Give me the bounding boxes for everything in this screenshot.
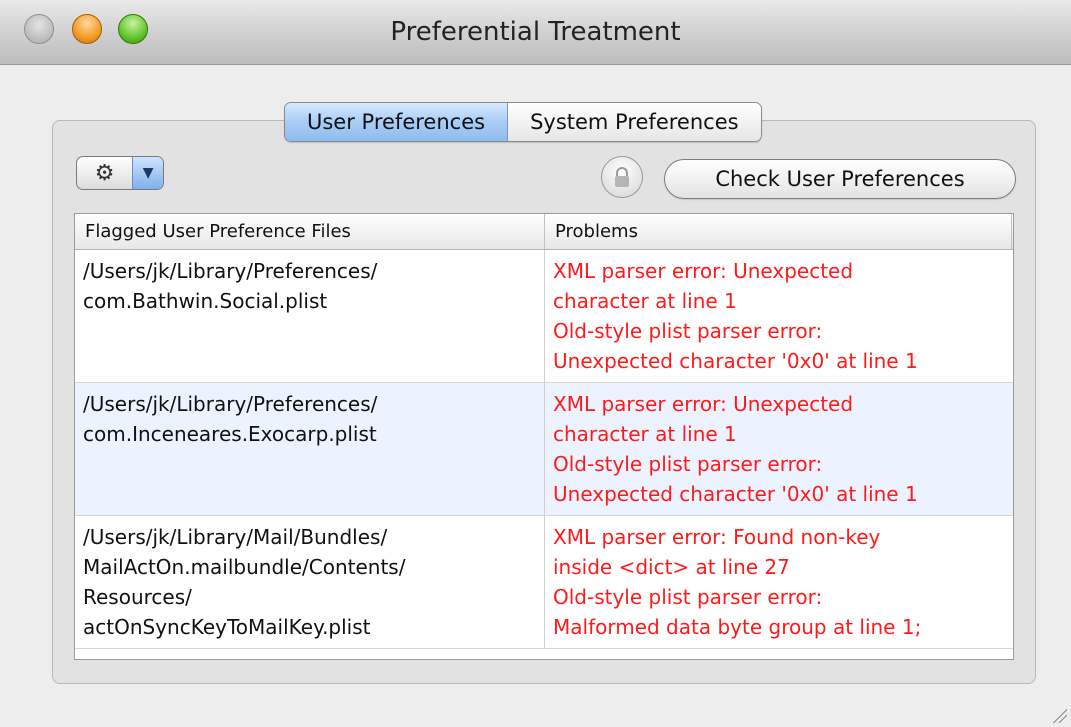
file-path-line: com.Bathwin.Social.plist	[83, 289, 328, 313]
chevron-down-icon: ▼	[132, 157, 163, 189]
file-path-line: /Users/jk/Library/Preferences/	[83, 259, 378, 283]
tab-bar: User Preferences System Preferences	[284, 102, 762, 142]
problem-cell: XML parser error: Unexpected character a…	[545, 250, 1013, 382]
problem-cell: XML parser error: Found non-key inside <…	[545, 516, 1013, 648]
table-row[interactable]: /Users/jk/Library/Preferences/ com.Incen…	[75, 383, 1013, 516]
file-path-line: MailActOn.mailbundle/Contents/	[83, 555, 406, 579]
column-header-files[interactable]: Flagged User Preference Files	[75, 214, 545, 249]
file-path-cell: /Users/jk/Library/Mail/Bundles/ MailActO…	[75, 516, 545, 648]
problem-line: Old-style plist parser error:	[553, 319, 823, 343]
file-path-cell: /Users/jk/Library/Preferences/ com.Incen…	[75, 383, 545, 515]
problem-line: Old-style plist parser error:	[553, 585, 823, 609]
title-bar[interactable]: Preferential Treatment	[0, 0, 1071, 65]
problem-line: character at line 1	[553, 422, 737, 446]
flagged-files-table: Flagged User Preference Files Problems /…	[74, 213, 1014, 660]
problem-cell: XML parser error: Unexpected character a…	[545, 383, 1013, 515]
problem-line: Old-style plist parser error:	[553, 452, 823, 476]
table-row[interactable]: /Users/jk/Library/Preferences/ com.Bathw…	[75, 250, 1013, 383]
problem-line: XML parser error: Unexpected	[553, 259, 854, 283]
problem-line: XML parser error: Unexpected	[553, 392, 854, 416]
tab-user-preferences[interactable]: User Preferences	[285, 103, 509, 141]
problem-line: character at line 1	[553, 289, 737, 313]
file-path-line: com.Inceneares.Exocarp.plist	[83, 422, 377, 446]
column-header-problems[interactable]: Problems	[545, 214, 1012, 249]
file-path-line: /Users/jk/Library/Preferences/	[83, 392, 378, 416]
problem-line: Unexpected character '0x0' at line 1	[553, 349, 918, 373]
tab-system-preferences[interactable]: System Preferences	[508, 103, 761, 141]
problem-line: Malformed data byte group at line 1;	[553, 615, 922, 639]
gear-icon: ⚙	[94, 160, 115, 186]
action-menu-button[interactable]: ⚙ ▼	[76, 156, 164, 190]
file-path-line: actOnSyncKeyToMailKey.plist	[83, 615, 371, 639]
file-path-cell: /Users/jk/Library/Preferences/ com.Bathw…	[75, 250, 545, 382]
check-user-preferences-button[interactable]: Check User Preferences	[664, 159, 1016, 199]
resize-grip[interactable]	[1051, 707, 1067, 723]
table-row[interactable]: /Users/jk/Library/Mail/Bundles/ MailActO…	[75, 516, 1013, 649]
problem-line: Unexpected character '0x0' at line 1	[553, 482, 918, 506]
lock-icon[interactable]	[601, 156, 643, 198]
table-header: Flagged User Preference Files Problems	[75, 214, 1013, 250]
file-path-line: Resources/	[83, 585, 192, 609]
file-path-line: /Users/jk/Library/Mail/Bundles/	[83, 525, 388, 549]
problem-line: XML parser error: Found non-key	[553, 525, 881, 549]
app-window: Preferential Treatment User Preferences …	[0, 0, 1071, 727]
window-title: Preferential Treatment	[390, 17, 681, 47]
problem-line: inside <dict> at line 27	[553, 555, 790, 579]
